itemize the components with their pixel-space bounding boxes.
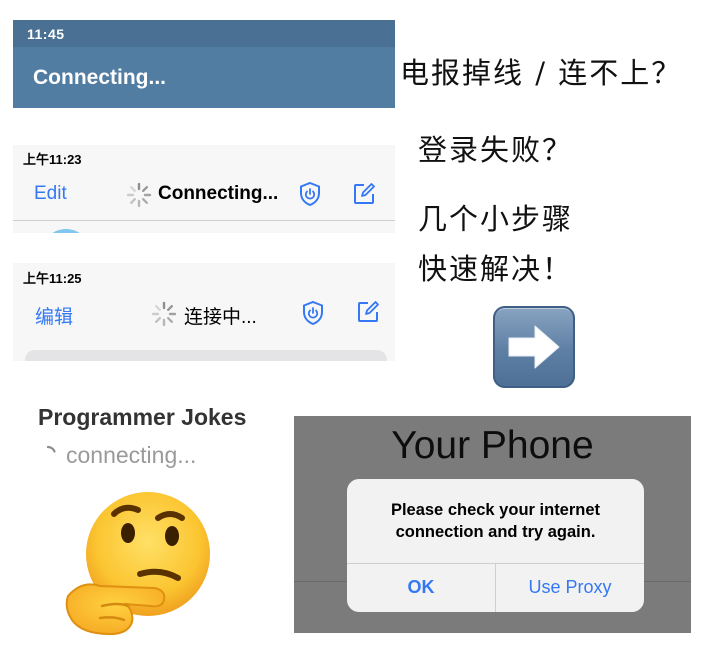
header-title: Connecting...: [158, 183, 279, 204]
compose-icon[interactable]: [356, 300, 380, 324]
spinner-icon: [46, 445, 56, 453]
screen-title: Your Phone: [391, 424, 594, 467]
shield-power-icon[interactable]: [298, 181, 322, 207]
ok-button[interactable]: OK: [347, 563, 495, 612]
spinner-icon: [151, 301, 177, 327]
search-bar[interactable]: [25, 350, 387, 361]
use-proxy-button[interactable]: Use Proxy: [496, 563, 644, 612]
toolbar-title: Connecting...: [33, 66, 166, 89]
caption-line-4: 快速解决！: [418, 252, 574, 286]
phone-dialog-screenshot: Your Phone Please check your internet co…: [294, 416, 691, 633]
android-toolbar-screenshot: 11:45 Connecting...: [13, 20, 395, 108]
alert-message-line-1: Please check your internet: [390, 501, 601, 519]
header-title: 连接中...: [184, 307, 257, 328]
chat-status: connecting...: [66, 442, 197, 468]
alert-message-line-2: connection and try again.: [395, 523, 596, 541]
caption-line-1: 电报掉线 / 连不上？: [400, 56, 683, 90]
ios-header-chinese: 上午11:25 编辑 连接中...: [13, 263, 395, 361]
compose-icon[interactable]: [352, 182, 376, 206]
ios-header-english: 上午11:23 Edit Connecting...: [13, 145, 395, 233]
thinking-face-emoji: [65, 492, 210, 636]
chat-title: Programmer Jokes: [38, 404, 247, 430]
shield-power-icon[interactable]: [301, 300, 325, 326]
status-bar: 11:45: [13, 20, 395, 47]
avatar: [41, 229, 91, 233]
alert-dialog: Please check your internet connection an…: [347, 479, 644, 612]
header-divider: [13, 220, 395, 221]
spinner-icon: [126, 182, 152, 208]
status-time: 上午11:23: [23, 152, 82, 167]
alert-message: Please check your internet connection an…: [357, 499, 634, 543]
status-time: 上午11:25: [23, 271, 82, 286]
caption-line-3: 几个小步骤: [418, 202, 574, 236]
edit-button[interactable]: Edit: [34, 183, 67, 205]
caption-line-2: 登录失败？: [418, 133, 574, 167]
right-arrow-icon: [508, 325, 560, 369]
status-time: 11:45: [27, 26, 65, 42]
edit-button[interactable]: 编辑: [35, 302, 73, 329]
arrow-button-graphic: [493, 306, 575, 388]
